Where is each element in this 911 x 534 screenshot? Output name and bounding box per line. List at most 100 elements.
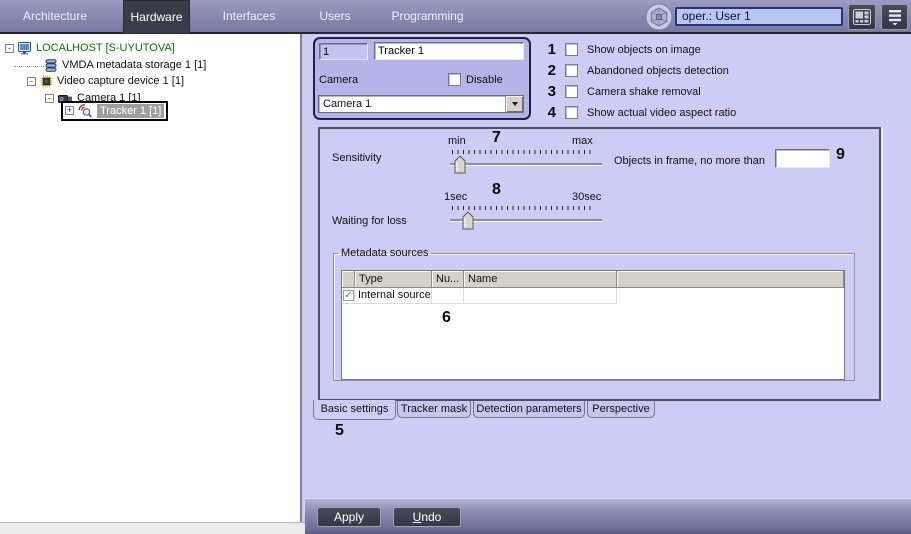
- annotation-number: 5: [335, 422, 344, 439]
- tracker-settings-panel: Camera Disable Camera 1 1 Show objects o…: [305, 34, 911, 534]
- application-window: Architecture Hardware Interfaces Users P…: [0, 0, 911, 534]
- table-row[interactable]: ✓ Internal source: [342, 288, 844, 304]
- tree-item-localhost[interactable]: - LOCALHOST [S-UYUTOVA]: [0, 40, 175, 57]
- show-objects-checkbox[interactable]: [565, 43, 578, 56]
- tree-item-label: Tracker 1 [1]: [97, 103, 165, 118]
- undo-button[interactable]: Undo: [393, 507, 461, 527]
- bottom-button-bar: Apply Undo: [305, 498, 911, 534]
- row-number-cell[interactable]: [432, 288, 464, 304]
- abandoned-objects-checkbox[interactable]: [565, 64, 578, 77]
- objects-in-frame-input[interactable]: [775, 149, 830, 168]
- object-id-field[interactable]: [319, 43, 368, 60]
- waiting-slider-thumb[interactable]: [462, 211, 474, 230]
- tab-detection-parameters[interactable]: Detection parameters: [473, 401, 585, 418]
- disable-label: Disable: [466, 74, 503, 86]
- screens-layout-icon: [853, 9, 871, 25]
- row-type-cell[interactable]: Internal source: [355, 288, 432, 304]
- sensitivity-label: Sensitivity: [332, 152, 382, 164]
- annotation-number: 9: [836, 146, 845, 163]
- metadata-sources-table: Type Nu... Name ✓ Internal source 6: [341, 270, 845, 380]
- screens-layout-button[interactable]: [848, 4, 876, 30]
- settings-gear-icon[interactable]: [645, 3, 673, 31]
- top-nav-bar: Architecture Hardware Interfaces Users P…: [0, 0, 911, 34]
- waiting-for-loss-label: Waiting for loss: [332, 215, 407, 227]
- operator-field[interactable]: oper.: User 1: [675, 7, 843, 26]
- sensitivity-slider-thumb[interactable]: [454, 155, 466, 174]
- tracker-selection-highlight[interactable]: + Tracker 1 [1]: [61, 100, 169, 121]
- nav-tab-users[interactable]: Users: [303, 0, 367, 32]
- database-icon: [45, 59, 58, 72]
- annotation-number: 2: [547, 62, 556, 79]
- hardware-tree-panel: - LOCALHOST [S-UYUTOVA] VMDA metadata st…: [0, 34, 302, 522]
- chevron-down-icon: [511, 102, 518, 106]
- annotation-number: 7: [492, 129, 501, 146]
- aspect-ratio-label: Show actual video aspect ratio: [587, 107, 737, 119]
- tree-collapse-icon[interactable]: -: [5, 44, 14, 53]
- bottom-strip: [0, 522, 305, 534]
- tree-connector: [14, 65, 44, 67]
- check-icon: ✓: [344, 290, 353, 301]
- disable-checkbox[interactable]: [448, 73, 461, 86]
- tree-item-label: LOCALHOST [S-UYUTOVA]: [36, 42, 175, 54]
- chip-icon: [40, 75, 53, 88]
- header-cell-filler: [617, 271, 844, 288]
- tree-item-label: Video capture device 1 [1]: [57, 75, 184, 87]
- nav-tab-hardware[interactable]: Hardware: [123, 0, 190, 34]
- camera-label: Camera: [319, 74, 359, 86]
- row-filler: [617, 288, 844, 304]
- apply-button[interactable]: Apply: [317, 507, 381, 527]
- tab-tracker-mask[interactable]: Tracker mask: [397, 401, 471, 418]
- metadata-sources-group: Metadata sources Type Nu... Name ✓ Inter…: [333, 247, 855, 381]
- header-cell-name[interactable]: Name: [464, 271, 617, 288]
- objects-in-frame-label: Objects in frame, no more than: [614, 155, 766, 167]
- undo-label-rest: ndo: [421, 510, 442, 524]
- camera-shake-label: Camera shake removal: [587, 86, 701, 98]
- tab-basic-settings[interactable]: Basic settings: [313, 400, 396, 420]
- annotation-number: 8: [492, 181, 501, 198]
- nav-tab-programming[interactable]: Programming: [380, 0, 475, 32]
- table-header-row: Type Nu... Name: [342, 271, 844, 288]
- annotation-number: 1: [547, 41, 556, 58]
- sensitivity-slider-ticks: [452, 150, 592, 154]
- tree-item-vmda-storage[interactable]: VMDA metadata storage 1 [1]: [0, 57, 206, 74]
- menu-icon: [888, 10, 901, 26]
- sensitivity-slider-track[interactable]: [450, 163, 602, 166]
- metadata-sources-title: Metadata sources: [341, 247, 429, 259]
- camera-select[interactable]: Camera 1: [318, 95, 524, 113]
- waiting-max-label: 30sec: [572, 191, 602, 203]
- main-menu-button[interactable]: [881, 4, 908, 30]
- nav-tab-interfaces[interactable]: Interfaces: [205, 0, 293, 32]
- tree-item-video-capture-device[interactable]: - Video capture device 1 [1]: [0, 73, 184, 90]
- basic-settings-page: Sensitivity min max 7 Objects in frame, …: [318, 127, 881, 401]
- abandoned-objects-label: Abandoned objects detection: [587, 65, 729, 77]
- header-cell-type[interactable]: Type: [355, 271, 432, 288]
- tree-collapse-icon[interactable]: -: [27, 77, 36, 86]
- object-name-field[interactable]: [374, 42, 524, 60]
- aspect-ratio-checkbox[interactable]: [565, 106, 578, 119]
- tree-item-tracker[interactable]: + Tracker 1 [1]: [61, 100, 169, 121]
- sensitivity-max-label: max: [572, 135, 593, 147]
- header-cell-number[interactable]: Nu...: [432, 271, 464, 288]
- waiting-slider-ticks: [452, 206, 592, 210]
- computer-icon: [18, 42, 32, 55]
- camera-select-arrow-button[interactable]: [505, 96, 523, 112]
- annotation-number: 6: [442, 309, 451, 326]
- nav-tab-architecture[interactable]: Architecture: [15, 0, 95, 32]
- tree-collapse-icon[interactable]: -: [45, 94, 54, 103]
- tracker-icon: [78, 103, 93, 118]
- camera-shake-checkbox[interactable]: [565, 85, 578, 98]
- annotation-number: 4: [547, 104, 556, 121]
- tree-item-label: VMDA metadata storage 1 [1]: [62, 59, 207, 71]
- camera-select-value: Camera 1: [323, 98, 372, 110]
- row-checkbox-cell: ✓: [342, 288, 355, 304]
- tab-perspective[interactable]: Perspective: [587, 401, 655, 418]
- sensitivity-min-label: min: [448, 135, 466, 147]
- header-cell-select[interactable]: [342, 271, 355, 288]
- annotation-number: 3: [547, 83, 556, 100]
- undo-label-accel: U: [412, 510, 422, 524]
- row-name-cell[interactable]: [464, 288, 617, 304]
- waiting-min-label: 1sec: [444, 191, 468, 203]
- show-objects-label: Show objects on image: [587, 44, 701, 56]
- tree-expand-icon[interactable]: +: [65, 106, 74, 115]
- internal-source-checkbox[interactable]: ✓: [343, 290, 354, 301]
